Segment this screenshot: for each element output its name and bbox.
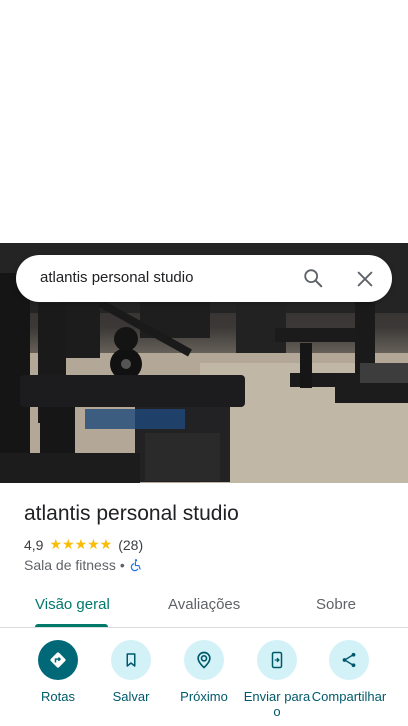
share-label: Compartilhar bbox=[311, 689, 387, 704]
nearby-icon bbox=[197, 651, 211, 669]
save-button[interactable]: Salvar bbox=[93, 640, 169, 704]
bookmark-icon bbox=[126, 653, 136, 667]
send-to-phone-button[interactable]: Enviar para o bbox=[239, 640, 315, 719]
search-icon[interactable] bbox=[302, 267, 324, 289]
send-to-phone-label: Enviar para o bbox=[243, 689, 311, 719]
close-icon[interactable] bbox=[354, 268, 376, 290]
wheelchair-accessible-icon bbox=[130, 559, 141, 572]
tab-about[interactable]: Sobre bbox=[316, 596, 356, 613]
search-bar[interactable]: atlantis personal studio bbox=[16, 255, 392, 302]
nearby-label: Próximo bbox=[180, 689, 228, 704]
rating-value: 4,9 bbox=[24, 536, 44, 553]
place-title: atlantis personal studio bbox=[24, 502, 239, 525]
search-input[interactable]: atlantis personal studio bbox=[40, 269, 193, 286]
directions-icon bbox=[50, 652, 66, 668]
place-category: Sala de fitness bbox=[24, 557, 116, 573]
nearby-button[interactable]: Próximo bbox=[166, 640, 242, 704]
active-tab-indicator bbox=[35, 624, 108, 627]
map-area[interactable] bbox=[0, 0, 408, 243]
rating-row[interactable]: 4,9 ★★★★★ (28) bbox=[24, 536, 143, 553]
review-count[interactable]: (28) bbox=[118, 537, 143, 553]
category-row: Sala de fitness • bbox=[24, 557, 143, 573]
share-button[interactable]: Compartilhar bbox=[311, 640, 387, 704]
send-to-phone-icon bbox=[271, 651, 283, 669]
separator: • bbox=[119, 557, 125, 573]
tab-overview[interactable]: Visão geral bbox=[35, 596, 110, 613]
tab-reviews[interactable]: Avaliações bbox=[168, 596, 240, 613]
save-label: Salvar bbox=[112, 689, 150, 704]
star-rating-icon: ★★★★★ bbox=[49, 536, 113, 552]
share-icon bbox=[342, 652, 356, 668]
directions-button[interactable]: Rotas bbox=[20, 640, 96, 704]
action-bar: Rotas Salvar Próximo Enviar para o Compa… bbox=[0, 640, 408, 726]
place-tabs: Visão geral Avaliações Sobre bbox=[0, 585, 408, 628]
directions-label: Rotas bbox=[41, 689, 75, 704]
